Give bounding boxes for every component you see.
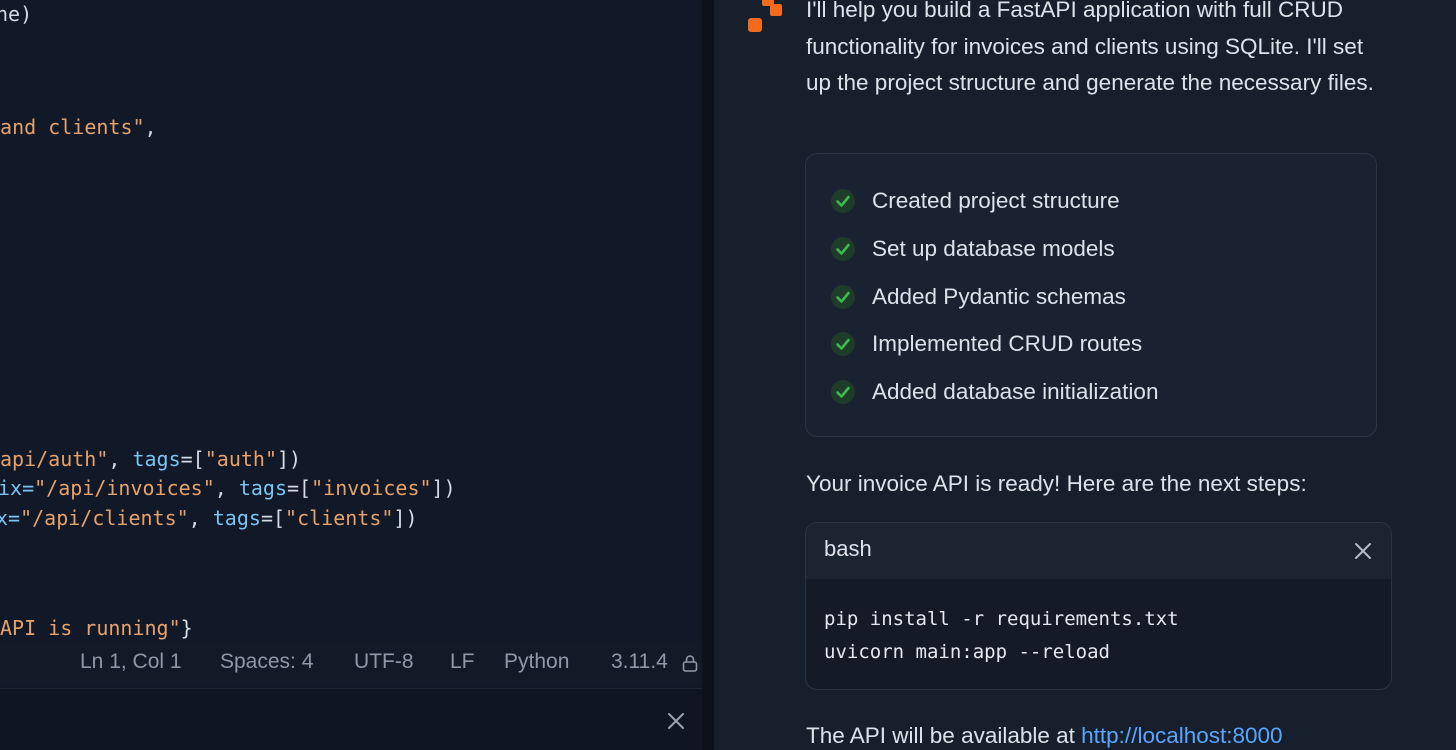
task-label: Implemented CRUD routes (872, 331, 1143, 356)
code-token: , (108, 447, 133, 471)
status-line-ending[interactable]: LF (450, 650, 475, 674)
code-block-header: bash (806, 523, 1391, 579)
task-item: Created project structure (830, 186, 1350, 216)
code-line: x="/api/clients", tags=["clients"]) (0, 505, 418, 531)
task-item: Implemented CRUD routes (830, 329, 1350, 359)
code-token: ne) (0, 2, 33, 26)
code-command-line: uvicorn main:app --reload (824, 641, 1110, 663)
code-token: =[ (260, 506, 286, 530)
task-item: Added database initialization (830, 377, 1350, 407)
assistant-logo-icon (748, 0, 782, 32)
code-block[interactable]: bash pip install -r requirements.txt uvic… (805, 522, 1392, 690)
assistant-intro-text: I'll help you build a FastAPI applicatio… (806, 0, 1374, 95)
task-item: Added Pydantic schemas (830, 282, 1350, 312)
code-block-content[interactable]: pip install -r requirements.txt uvicorn m… (824, 603, 1179, 669)
code-token: "clients" (285, 506, 394, 530)
code-token: =[ (287, 476, 312, 500)
task-label: Created project structure (872, 188, 1120, 213)
availability-prefix: The API will be available at (806, 723, 1082, 748)
status-indentation[interactable]: Spaces: 4 (220, 650, 313, 674)
app-window: ne) and clients", api/auth", tags=["auth… (0, 0, 1456, 750)
code-command-line: pip install -r requirements.txt (824, 608, 1179, 630)
code-token: tags (132, 447, 181, 471)
status-python-version[interactable]: 3.11.4 (611, 650, 668, 674)
code-token: , (214, 476, 239, 500)
task-label: Set up database models (872, 236, 1115, 261)
code-area[interactable]: ne) and clients", api/auth", tags=["auth… (0, 0, 702, 640)
code-token: API is running" (0, 616, 181, 640)
code-token: "/api/clients" (20, 506, 189, 530)
status-encoding[interactable]: UTF-8 (354, 650, 414, 674)
code-token: ]) (276, 447, 302, 471)
code-editor[interactable]: ne) and clients", api/auth", tags=["auth… (0, 0, 702, 750)
code-line: ix="/api/invoices", tags=["invoices"]) (0, 475, 456, 501)
lock-icon (682, 655, 698, 672)
code-language-label: bash (824, 536, 872, 561)
check-icon (831, 189, 855, 213)
task-label: Added Pydantic schemas (872, 284, 1126, 309)
code-token: api/auth" (0, 447, 109, 471)
check-icon (831, 285, 855, 309)
task-list-card: Created project structure Set up databas… (805, 153, 1377, 437)
code-line: API is running"} (0, 615, 193, 641)
code-line: ne) (0, 1, 32, 27)
code-token: =[ (180, 447, 205, 471)
code-token: ]) (431, 476, 456, 500)
code-token: , (144, 115, 157, 139)
code-token: ]) (393, 506, 418, 530)
code-token: } (180, 616, 193, 640)
code-token: and clients" (0, 115, 145, 139)
status-cursor-position[interactable]: Ln 1, Col 1 (80, 650, 182, 674)
localhost-link[interactable]: http://localhost:8000 (1081, 723, 1282, 748)
code-token: ix= (0, 476, 35, 500)
status-language[interactable]: Python (504, 650, 569, 674)
close-icon[interactable] (664, 709, 688, 733)
code-token: , (188, 506, 213, 530)
check-icon (831, 332, 855, 356)
status-bar: Ln 1, Col 1 Spaces: 4 UTF-8 LF Python 3.… (0, 642, 702, 684)
task-label: Added database initialization (872, 379, 1159, 404)
check-icon (831, 237, 855, 261)
pane-divider[interactable] (702, 0, 714, 750)
code-token: "invoices" (311, 476, 432, 500)
code-token: "auth" (204, 447, 277, 471)
code-token: "/api/invoices" (34, 476, 215, 500)
code-line: api/auth", tags=["auth"]) (0, 446, 301, 472)
close-icon[interactable] (1353, 541, 1373, 561)
code-token: tags (238, 476, 288, 500)
code-token: x= (0, 506, 21, 530)
terminal-panel (0, 688, 702, 750)
code-token: tags (212, 506, 261, 530)
code-line: and clients", (0, 114, 157, 140)
check-icon (831, 380, 855, 404)
api-availability-text: The API will be available at http://loca… (806, 719, 1283, 750)
next-steps-text: Your invoice API is ready! Here are the … (806, 471, 1307, 496)
chat-panel: I'll help you build a FastAPI applicatio… (714, 0, 1456, 750)
task-item: Set up database models (830, 234, 1350, 264)
